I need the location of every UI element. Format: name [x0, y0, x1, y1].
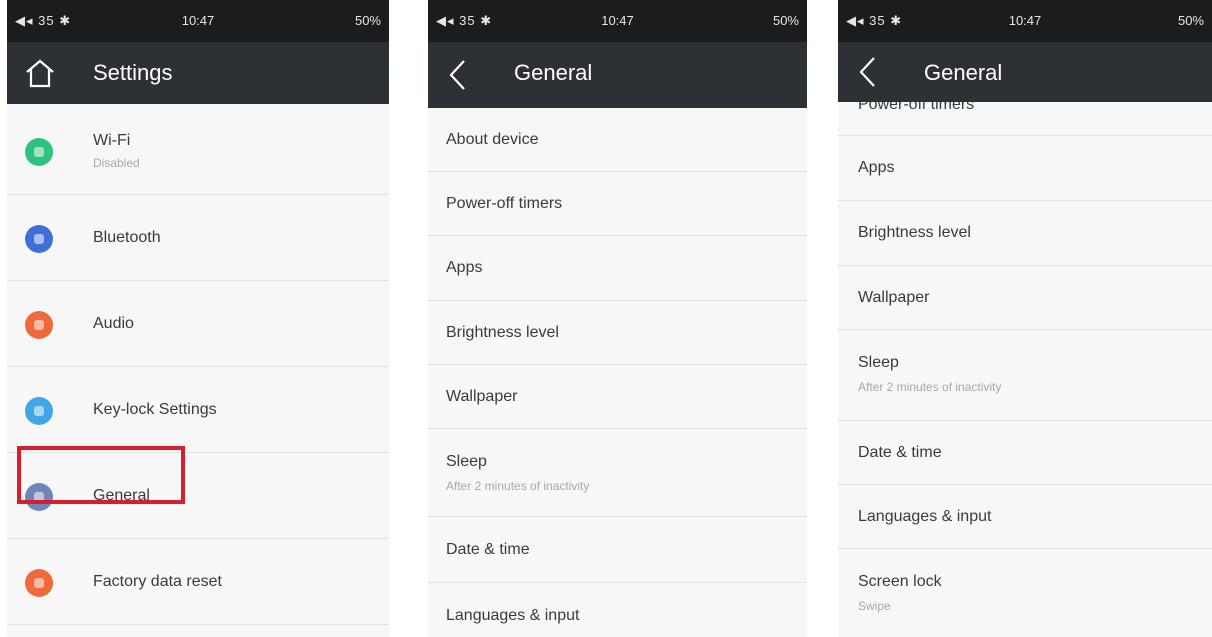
- list-item-wallpaper[interactable]: Wallpaper: [428, 365, 807, 429]
- settings-item-factory-reset[interactable]: Factory data reset: [7, 539, 389, 625]
- list-item-wallpaper[interactable]: Wallpaper: [838, 266, 1212, 330]
- settings-item-label: Factory data reset: [93, 573, 222, 590]
- status-time: 10:47: [601, 13, 634, 28]
- status-battery: 50%: [1177, 13, 1204, 28]
- back-arrow-icon[interactable]: [442, 58, 476, 92]
- list-item-label: Apps: [446, 259, 483, 276]
- factory-reset-icon: [25, 569, 53, 597]
- settings-item-audio[interactable]: Audio: [7, 281, 389, 367]
- settings-item-bluetooth[interactable]: Bluetooth: [7, 195, 389, 281]
- list-item-label: Date & time: [858, 444, 942, 461]
- status-battery: 50%: [772, 13, 799, 28]
- status-bar: ◀◂ 35 ✱ 10:47 50%: [7, 0, 389, 42]
- list-item-screen-lock[interactable]: Screen lock Swipe: [838, 549, 1212, 637]
- list-item-languages-input[interactable]: Languages & input: [428, 583, 807, 637]
- settings-item-key-lock[interactable]: Key-lock Settings: [7, 367, 389, 453]
- status-battery: 50%: [354, 13, 381, 28]
- status-bar: ◀◂ 35 ✱ 10:47 50%: [838, 0, 1212, 42]
- key-lock-icon: [25, 397, 53, 425]
- list-item-label: Wallpaper: [446, 388, 518, 405]
- list-item-label: Power-off timers: [446, 195, 563, 212]
- settings-item-label: Key-lock Settings: [93, 401, 217, 418]
- list-item-label: Brightness level: [446, 324, 559, 341]
- list-item-about-device[interactable]: About device: [428, 108, 807, 172]
- list-item-sub: Swipe: [858, 599, 891, 613]
- audio-icon: [25, 311, 53, 339]
- list-item-power-off-timers[interactable]: Power-off timers: [428, 172, 807, 236]
- settings-item-label: Wi-Fi: [93, 132, 131, 149]
- settings-item-sub: Disabled: [93, 156, 140, 170]
- list-item-label: About device: [446, 131, 539, 148]
- list-item-label: Screen lock: [858, 573, 942, 590]
- settings-item-label: Audio: [93, 315, 134, 332]
- list-item-apps[interactable]: Apps: [838, 136, 1212, 201]
- list-item-label: Languages & input: [446, 607, 580, 624]
- list-item-label: Sleep: [446, 453, 487, 470]
- home-icon[interactable]: [23, 56, 57, 90]
- list-item-date-time[interactable]: Date & time: [428, 517, 807, 583]
- list-item-label: Sleep: [858, 354, 899, 371]
- page-title: General: [514, 60, 593, 85]
- status-time: 10:47: [181, 13, 215, 28]
- list-item-label: Wallpaper: [858, 289, 930, 306]
- list-item-brightness-level[interactable]: Brightness level: [838, 201, 1212, 266]
- list-item-date-time[interactable]: Date & time: [838, 421, 1212, 485]
- list-item-label: Date & time: [446, 541, 530, 558]
- title-bar: Settings: [7, 42, 389, 104]
- general-screen-scrolled: ◀◂ 35 ✱ 10:47 50% General Power-off time…: [838, 0, 1212, 637]
- highlight-box: [17, 446, 185, 504]
- general-list: Power-off timers Apps Brightness level W…: [838, 68, 1212, 637]
- list-item-sleep[interactable]: Sleep After 2 minutes of inactivity: [428, 429, 807, 517]
- list-item-label: Languages & input: [858, 508, 992, 525]
- list-item-brightness-level[interactable]: Brightness level: [428, 301, 807, 365]
- page-title: General: [924, 60, 1003, 85]
- back-arrow-icon[interactable]: [852, 55, 886, 89]
- list-item-apps[interactable]: Apps: [428, 236, 807, 301]
- settings-list: Wi-Fi Disabled Bluetooth Audio Key-lock …: [7, 104, 389, 625]
- list-item-sub: After 2 minutes of inactivity: [858, 380, 1002, 394]
- page-title: Settings: [93, 60, 173, 85]
- title-bar: General: [838, 42, 1212, 102]
- list-item-sub: After 2 minutes of inactivity: [446, 479, 590, 493]
- bluetooth-icon: [25, 225, 53, 253]
- settings-screen: ◀◂ 35 ✱ 10:47 50% Settings Wi-Fi Disable…: [7, 0, 389, 637]
- settings-item-label: Bluetooth: [93, 229, 161, 246]
- settings-item-wifi[interactable]: Wi-Fi Disabled: [7, 104, 389, 195]
- list-item-languages-input[interactable]: Languages & input: [838, 485, 1212, 549]
- list-item-label: Apps: [858, 159, 895, 176]
- title-bar: General: [428, 42, 807, 108]
- general-list: About device Power-off timers Apps Brigh…: [428, 108, 807, 637]
- wifi-icon: [25, 138, 53, 166]
- status-time: 10:47: [1008, 13, 1042, 28]
- status-bar: ◀◂ 35 ✱ 10:47 50%: [428, 0, 807, 42]
- list-item-sleep[interactable]: Sleep After 2 minutes of inactivity: [838, 330, 1212, 421]
- list-item-label: Brightness level: [858, 224, 971, 241]
- general-screen: ◀◂ 35 ✱ 10:47 50% General About device P…: [428, 0, 807, 637]
